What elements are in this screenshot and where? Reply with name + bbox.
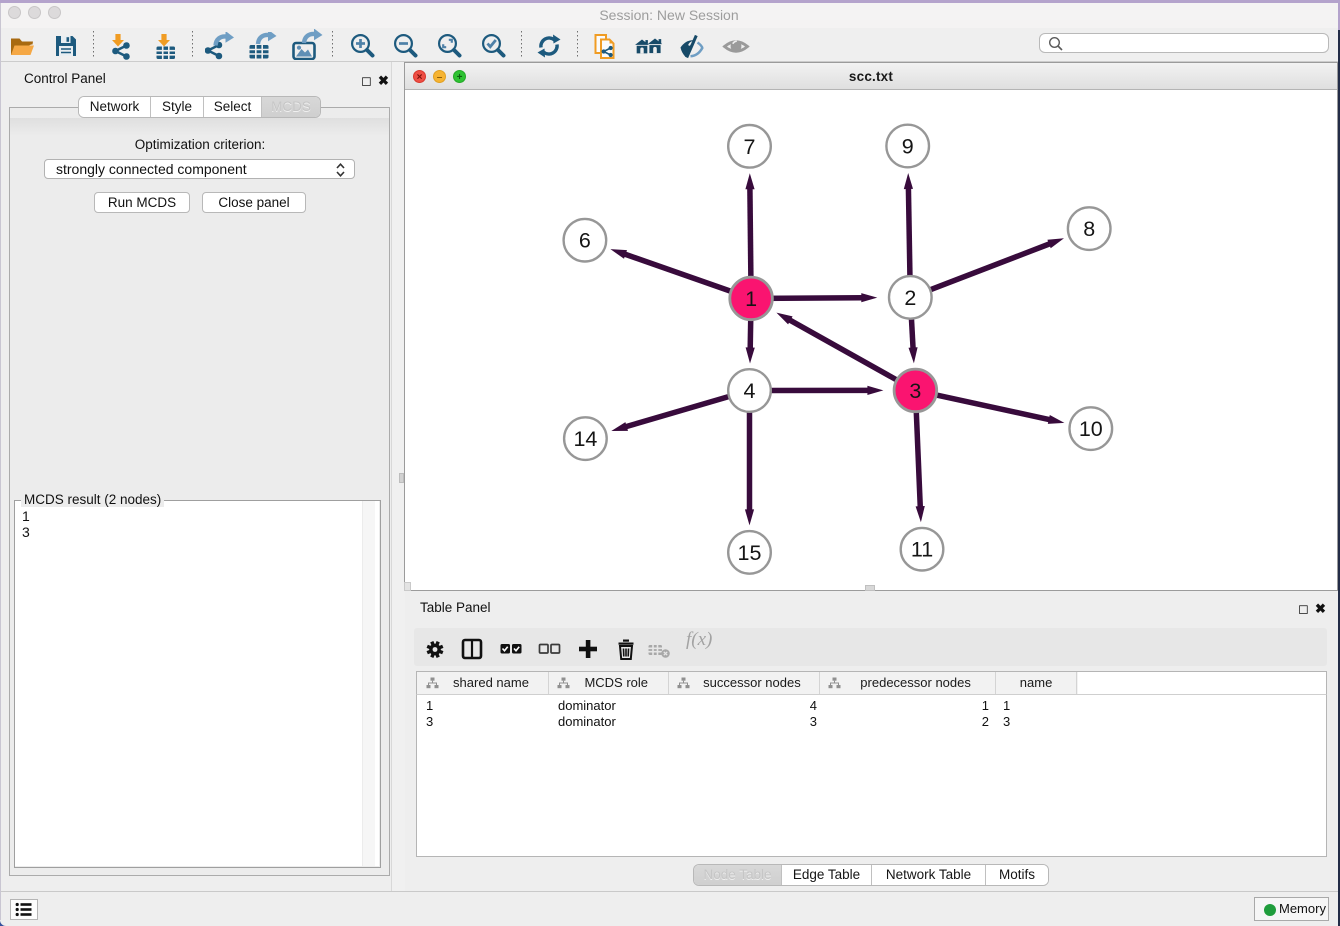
svg-text:15: 15	[738, 541, 762, 565]
svg-text:10: 10	[1079, 417, 1103, 441]
svg-text:8: 8	[1083, 217, 1095, 241]
svg-text:1: 1	[745, 287, 757, 311]
svg-text:14: 14	[573, 427, 597, 451]
svg-text:4: 4	[744, 379, 756, 403]
svg-text:7: 7	[744, 135, 756, 159]
svg-text:2: 2	[904, 286, 916, 310]
svg-text:11: 11	[911, 538, 933, 562]
svg-text:9: 9	[902, 135, 914, 159]
svg-text:3: 3	[909, 379, 921, 403]
svg-text:6: 6	[579, 229, 591, 253]
